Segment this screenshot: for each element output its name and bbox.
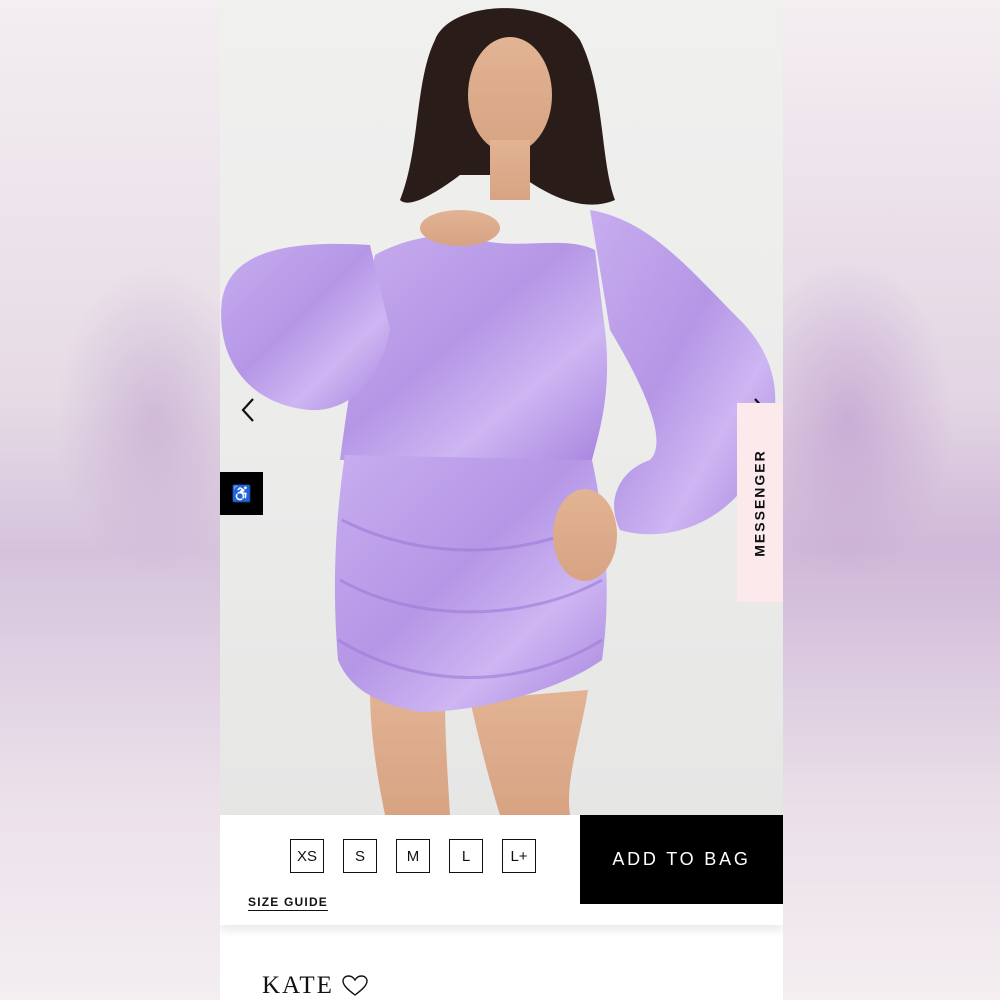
product-photo[interactable]: ♿ MESSENGER [220, 0, 783, 815]
model-illustration [221, 8, 776, 815]
purchase-bar: XS S M L L+ SIZE GUIDE ADD TO BAG [220, 815, 783, 925]
background-blur-left [0, 0, 220, 1000]
size-option-l[interactable]: L [449, 839, 483, 873]
messenger-label: MESSENGER [752, 448, 768, 557]
accessibility-button[interactable]: ♿ [220, 472, 263, 515]
product-name: KATE [262, 972, 334, 999]
carousel-prev-icon[interactable] [238, 396, 260, 424]
size-option-l-plus[interactable]: L+ [502, 839, 536, 873]
wheelchair-icon: ♿ [231, 485, 252, 503]
heart-outline-icon[interactable] [342, 975, 368, 997]
product-title: KATE [262, 972, 368, 1000]
product-page: ♿ MESSENGER XS S M L L+ SIZE GUIDE ADD T… [220, 0, 783, 1000]
size-guide-link[interactable]: SIZE GUIDE [248, 895, 329, 911]
background-blur-right [783, 0, 1000, 1000]
add-to-bag-button[interactable]: ADD TO BAG [580, 815, 783, 904]
size-option-m[interactable]: M [396, 839, 430, 873]
size-selector: XS S M L L+ [290, 839, 536, 873]
size-option-xs[interactable]: XS [290, 839, 324, 873]
messenger-tab[interactable]: MESSENGER [737, 403, 783, 602]
size-option-s[interactable]: S [343, 839, 377, 873]
